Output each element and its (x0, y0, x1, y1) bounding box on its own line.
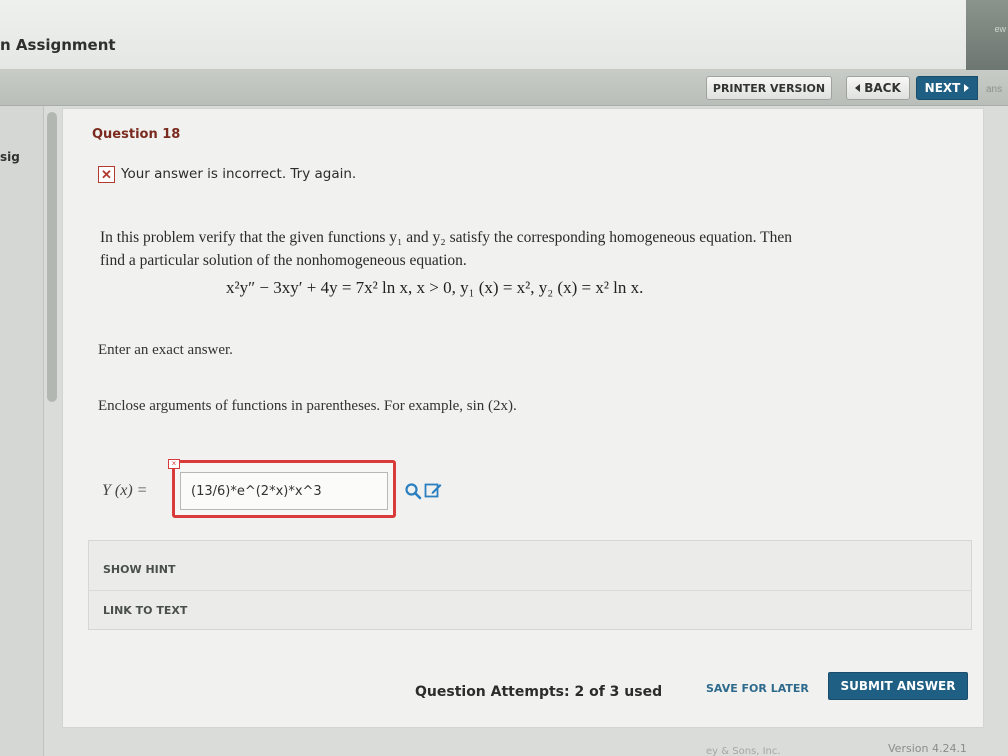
back-label: BACK (864, 81, 901, 95)
instruction-enclose: Enclose arguments of functions in parent… (98, 398, 517, 414)
nav-right-label: ans (986, 84, 1003, 95)
show-hint-button[interactable]: SHOW HINT (103, 563, 175, 576)
sidebar-label: sig (0, 150, 20, 164)
edit-icon[interactable] (424, 481, 442, 499)
question-panel (62, 108, 984, 728)
answer-label: Y (x) = (102, 482, 148, 499)
error-marker-icon: × (168, 459, 180, 469)
back-button[interactable]: BACK (846, 76, 910, 100)
question-title: Question 18 (92, 127, 181, 142)
close-icon: ✕ (98, 166, 115, 183)
version-text: Version 4.24.1 (888, 742, 967, 755)
search-icon[interactable] (404, 482, 422, 500)
problem-statement: In this problem verify that the given fu… (100, 226, 890, 272)
submit-label: SUBMIT ANSWER (840, 679, 956, 693)
printer-version-label: PRINTER VERSION (712, 81, 826, 95)
chevron-left-icon (855, 84, 861, 92)
chevron-right-icon (964, 84, 970, 92)
next-button[interactable]: NEXT (916, 76, 978, 100)
attempts-counter: Question Attempts: 2 of 3 used (415, 684, 663, 700)
hint-box (88, 540, 972, 630)
problem-line: In this problem verify that the given fu… (100, 229, 792, 246)
problem-line: find a particular solution of the nonhom… (100, 252, 467, 269)
copyright-text: ey & Sons, Inc. (706, 746, 781, 756)
save-for-later-button[interactable]: SAVE FOR LATER (706, 682, 809, 695)
printer-version-button[interactable]: PRINTER VERSION (706, 76, 832, 100)
hint-divider (88, 590, 972, 591)
page-title: n Assignment (0, 36, 116, 54)
instruction-exact: Enter an exact answer. (98, 342, 233, 358)
next-label: NEXT (924, 81, 961, 95)
equation: x²y″ − 3xy′ + 4y = 7x² ln x, x > 0, y₁ (… (226, 278, 644, 297)
scrollbar[interactable] (47, 112, 57, 402)
left-sidebar (0, 106, 44, 756)
link-to-text-button[interactable]: LINK TO TEXT (103, 604, 187, 617)
corner-panel: ew (966, 0, 1008, 70)
status-message: Your answer is incorrect. Try again. (121, 166, 357, 182)
top-header (0, 0, 1008, 70)
corner-label: ew (994, 24, 1006, 34)
submit-answer-button[interactable]: SUBMIT ANSWER (828, 672, 968, 700)
answer-input[interactable] (180, 472, 388, 510)
